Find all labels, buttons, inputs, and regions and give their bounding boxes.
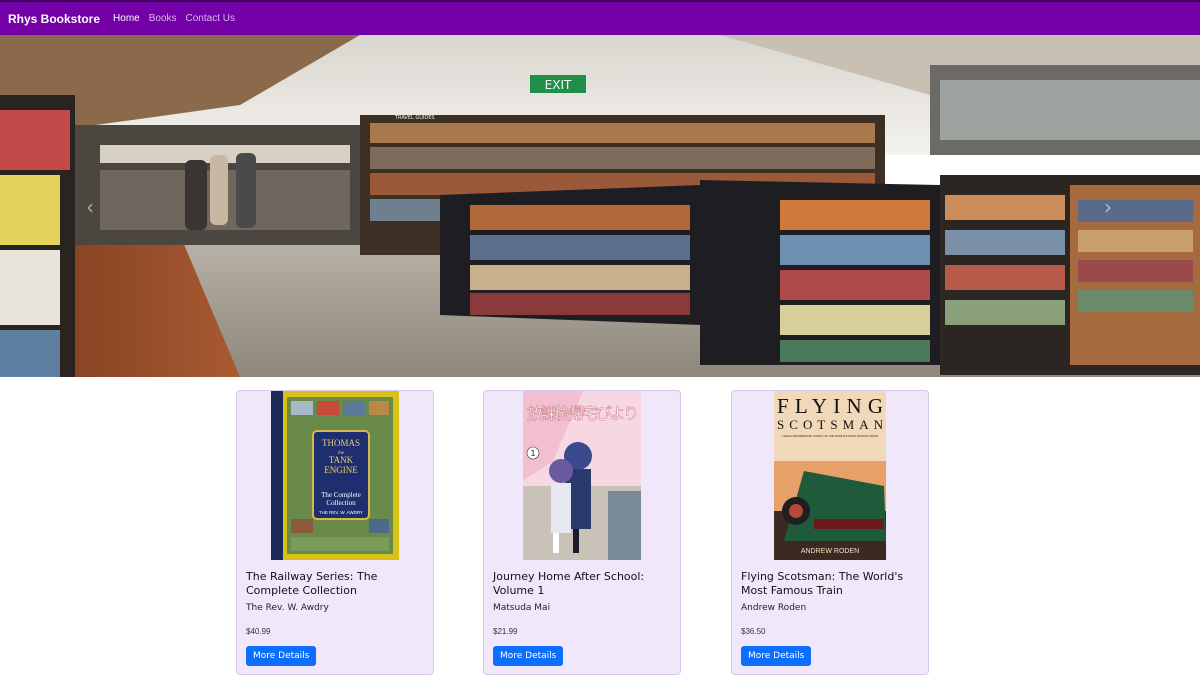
carousel-next-button[interactable]: ›: [1098, 195, 1118, 219]
book-card: 放課後帰宅びより 1 Journey Home After School: Vo…: [483, 390, 681, 675]
book-title: The Railway Series: The Complete Collect…: [246, 570, 378, 597]
book-card: THOMAS the TANK ENGINE The Complete Coll…: [236, 390, 434, 675]
cover-text: THE EXTRAORDINARY STORY OF THE WORLD'S M…: [782, 434, 878, 438]
book-title: Journey Home After School: Volume 1: [493, 570, 645, 597]
cover-text: TANK: [329, 455, 354, 465]
exit-sign-text: EXIT: [545, 78, 572, 92]
book-cover-image[interactable]: FLYING SCOTSMAN THE EXTRAORDINARY STORY …: [774, 391, 886, 560]
carousel-prev-button[interactable]: ‹: [80, 195, 100, 219]
cover-text: Collection: [326, 499, 356, 507]
more-details-button[interactable]: More Details: [246, 646, 317, 666]
travel-guides-sign: TRAVEL GUIDES: [394, 115, 435, 121]
bookstore-photo: EXIT TRAVEL GUIDES: [0, 35, 1200, 377]
chevron-left-icon: ‹: [86, 195, 94, 219]
chevron-right-icon: ›: [1104, 195, 1112, 219]
book-price: $36.50: [741, 627, 766, 636]
hero-carousel: EXIT TRAVEL GUIDES ‹ ›: [0, 35, 1200, 377]
brand-link[interactable]: Rhys Bookstore: [8, 12, 100, 26]
book-author: Matsuda Mai: [493, 603, 551, 613]
cover-text: ENGINE: [324, 465, 358, 475]
book-price: $21.99: [493, 627, 518, 636]
nav-link-home[interactable]: Home: [113, 13, 140, 24]
book-author: Andrew Roden: [741, 603, 807, 613]
more-details-button[interactable]: More Details: [493, 646, 564, 666]
cover-text: THOMAS: [322, 438, 360, 448]
book-price: $40.99: [246, 627, 271, 636]
cover-text: THE REV. W. AWDRY: [319, 510, 363, 515]
cover-text: ANDREW RODEN: [801, 548, 859, 555]
book-cover-image[interactable]: THOMAS the TANK ENGINE The Complete Coll…: [271, 391, 399, 560]
more-details-button[interactable]: More Details: [741, 646, 812, 666]
cover-text: 放課後帰宅びより: [527, 404, 639, 423]
nav-link-contact[interactable]: Contact Us: [186, 13, 235, 24]
book-title: Flying Scotsman: The World's Most Famous…: [741, 570, 904, 597]
book-card: FLYING SCOTSMAN THE EXTRAORDINARY STORY …: [731, 390, 929, 675]
book-cover-image[interactable]: 放課後帰宅びより 1: [523, 391, 641, 560]
book-author: The Rev. W. Awdry: [246, 603, 329, 613]
navbar: Rhys Bookstore Home Books Contact Us: [0, 0, 1200, 35]
cover-text: 1: [530, 449, 535, 458]
nav-link-books[interactable]: Books: [149, 13, 177, 24]
cover-text: SCOTSMAN: [777, 417, 884, 432]
cover-text: The Complete: [321, 491, 361, 499]
